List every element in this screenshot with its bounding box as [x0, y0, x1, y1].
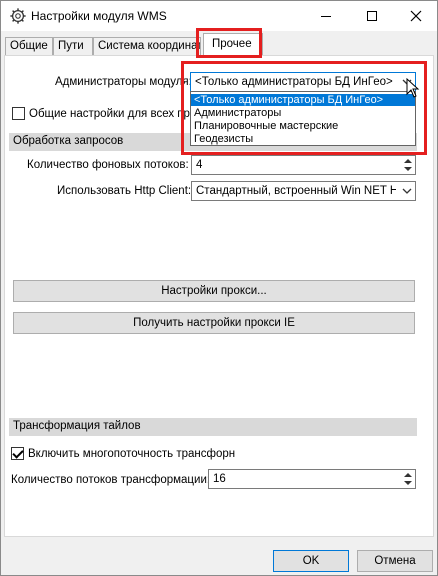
close-icon: [410, 10, 421, 22]
stepper-down-button[interactable]: [401, 479, 414, 487]
transform-threads-value: 16: [213, 473, 226, 485]
background-threads-value: 4: [196, 159, 203, 171]
background-threads-stepper[interactable]: 4: [191, 155, 416, 175]
http-client-value: Стандартный, встроенный Win NET Http: [196, 185, 396, 197]
transform-threads-stepper[interactable]: 16: [208, 469, 416, 489]
cancel-button[interactable]: Отмена: [357, 550, 433, 572]
chevron-down-icon: [402, 188, 412, 194]
window-title: Настройки модуля WMS: [31, 9, 167, 23]
common-settings-checkbox[interactable]: [12, 107, 25, 120]
http-client-combobox[interactable]: Стандартный, встроенный Win NET Http: [191, 181, 416, 201]
tab-coordinate-system[interactable]: Система координат: [93, 37, 201, 55]
ok-button[interactable]: OK: [273, 550, 349, 572]
close-button[interactable]: [393, 1, 438, 31]
title-bar: Настройки модуля WMS: [1, 1, 437, 31]
tab-highlight-annotation: [196, 28, 262, 58]
common-settings-label: Общие настройки для всех пр: [29, 108, 190, 120]
tab-paths[interactable]: Пути: [53, 37, 93, 55]
stepper-up-button[interactable]: [401, 157, 414, 165]
mouse-pointer-icon: [406, 78, 420, 98]
settings-window: Настройки модуля WMS Общие Пути Система …: [0, 0, 438, 576]
tiles-section-header: Трансформация тайлов: [9, 418, 417, 436]
tab-general[interactable]: Общие: [5, 37, 53, 55]
http-client-label: Использовать Http Client:: [57, 185, 192, 197]
minimize-icon: [320, 15, 331, 17]
background-threads-label: Количество фоновых потоков:: [27, 159, 189, 171]
proxy-settings-button[interactable]: Настройки прокси...: [13, 280, 415, 302]
get-ie-proxy-button[interactable]: Получить настройки прокси IE: [13, 312, 415, 334]
tiles-section-title: Трансформация тайлов: [13, 420, 141, 432]
gear-icon: [10, 8, 26, 24]
stepper-down-button[interactable]: [401, 165, 414, 173]
requests-section-title: Обработка запросов: [13, 135, 124, 147]
stepper-up-button[interactable]: [401, 471, 414, 479]
maximize-button[interactable]: [349, 1, 394, 31]
maximize-icon: [366, 11, 377, 21]
dropdown-highlight-annotation: [181, 61, 427, 155]
multithread-label: Включить многопоточность трансфорн: [28, 448, 236, 460]
admins-label: Администраторы модуля:: [55, 76, 192, 88]
transform-threads-label: Количество потоков трансформации:: [11, 474, 211, 486]
minimize-button[interactable]: [303, 1, 348, 31]
multithread-checkbox[interactable]: [11, 447, 24, 460]
